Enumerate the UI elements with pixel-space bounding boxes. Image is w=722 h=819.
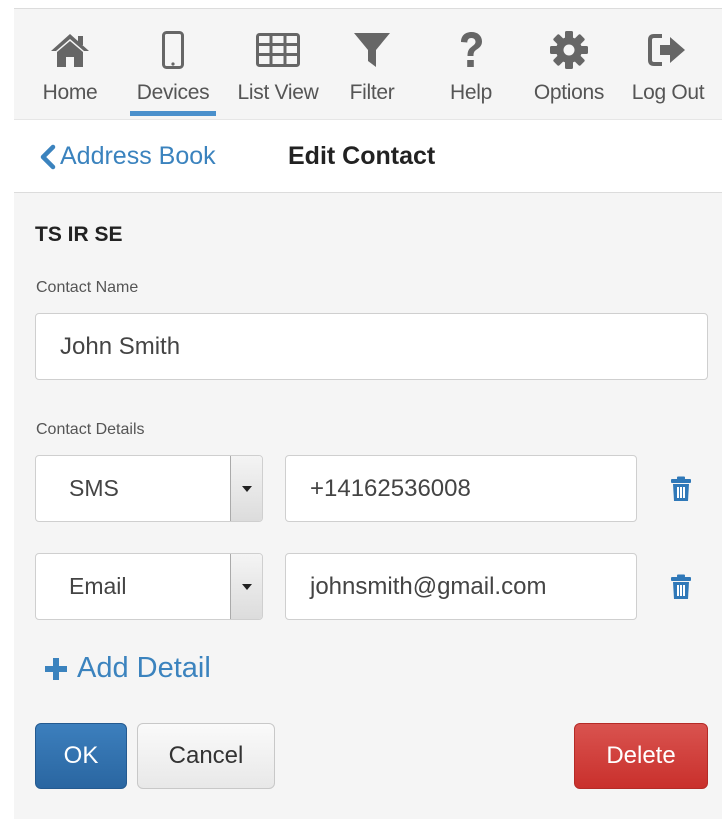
top-nav: Home Devices List View Filter Help Optio… (14, 9, 722, 119)
page-header: Address Book Edit Contact (14, 119, 722, 193)
grid-icon (228, 27, 328, 73)
detail-type-value: SMS (69, 475, 119, 501)
detail-type-select[interactable]: SMS (35, 455, 263, 522)
nav-home[interactable]: Home (28, 9, 112, 119)
contact-name-value: John Smith (60, 332, 181, 360)
trash-icon[interactable] (668, 474, 694, 504)
nav-home-label: Home (42, 81, 98, 104)
logout-icon (620, 27, 716, 73)
filter-icon (336, 27, 408, 73)
nav-options-label: Options (533, 81, 605, 104)
nav-filter[interactable]: Filter (336, 9, 408, 119)
nav-help-label: Help (450, 81, 492, 104)
add-detail-label: Add Detail (77, 652, 211, 684)
ok-button[interactable]: OK (35, 723, 127, 789)
back-link-label: Address Book (60, 142, 216, 170)
detail-type-value: Email (69, 573, 127, 599)
caret-down-icon (241, 485, 252, 492)
plus-icon (45, 657, 67, 680)
detail-type-select[interactable]: Email (35, 553, 263, 620)
nav-help[interactable]: Help (436, 9, 506, 119)
gear-icon (524, 27, 614, 73)
detail-value: +14162536008 (310, 474, 471, 502)
section-title: TS IR SE (35, 223, 123, 246)
detail-value-input[interactable]: johnsmith@gmail.com (285, 553, 637, 620)
dropdown-button[interactable] (230, 554, 262, 619)
chevron-left-icon (40, 144, 56, 169)
nav-list-view-label: List View (237, 81, 319, 104)
detail-value: johnsmith@gmail.com (310, 572, 547, 600)
detail-value-input[interactable]: +14162536008 (285, 455, 637, 522)
delete-button[interactable]: Delete (574, 723, 708, 789)
nav-devices[interactable]: Devices (126, 9, 220, 119)
nav-list-view[interactable]: List View (228, 9, 328, 119)
page-title: Edit Contact (288, 142, 436, 170)
active-tab-indicator (130, 111, 216, 116)
trash-icon[interactable] (668, 572, 694, 602)
nav-options[interactable]: Options (524, 9, 614, 119)
nav-filter-label: Filter (349, 81, 395, 104)
contact-details-label: Contact Details (36, 421, 145, 438)
mobile-icon (126, 27, 220, 73)
add-detail-link[interactable]: Add Detail (44, 652, 211, 685)
contact-name-label: Contact Name (36, 279, 139, 296)
back-to-address-book-link[interactable]: Address Book (38, 142, 216, 171)
question-icon (436, 27, 506, 73)
nav-log-out[interactable]: Log Out (620, 9, 716, 119)
cancel-button[interactable]: Cancel (137, 723, 275, 789)
dropdown-button[interactable] (230, 456, 262, 521)
nav-devices-label: Devices (136, 81, 210, 104)
home-icon (28, 27, 112, 73)
app-frame: Home Devices List View Filter Help Optio… (14, 8, 722, 819)
contact-name-input[interactable]: John Smith (35, 313, 708, 380)
caret-down-icon (241, 583, 252, 590)
nav-log-out-label: Log Out (631, 81, 705, 104)
